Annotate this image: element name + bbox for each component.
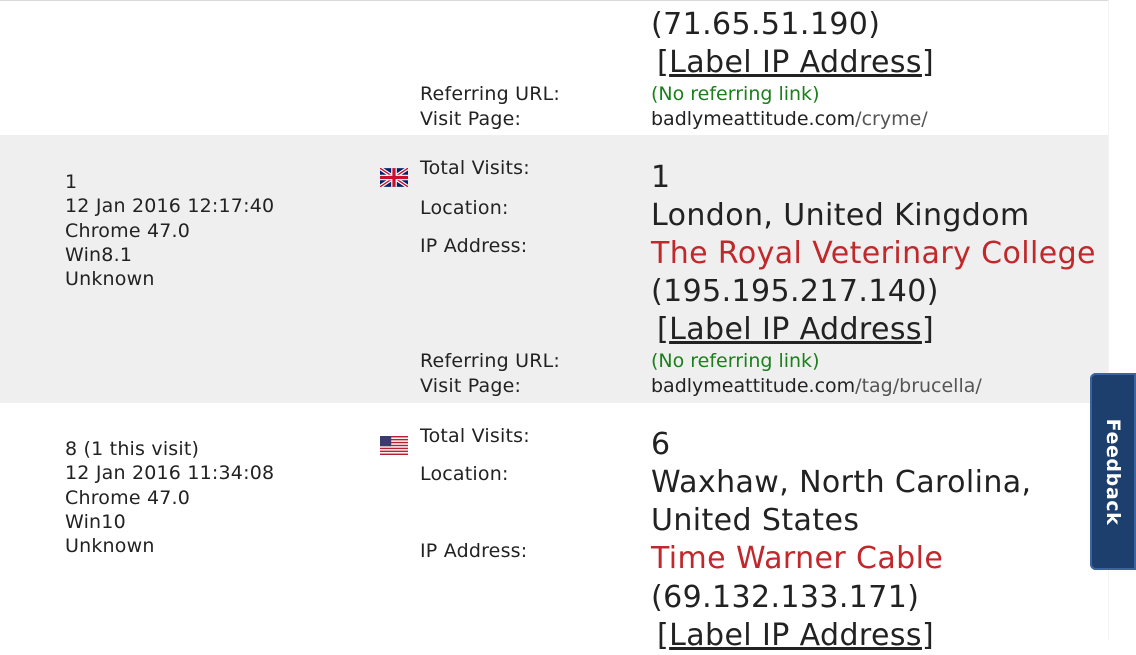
- referring-url-value: (No referring link): [651, 350, 820, 372]
- total-visits-label: Total Visits:: [420, 425, 530, 447]
- operating-system: Win10: [65, 510, 126, 533]
- visitor-row-2: 1 12 Jan 2016 12:17:40 Chrome 47.0 Win8.…: [0, 135, 1108, 403]
- operating-system: Win8.1: [65, 243, 133, 266]
- visit-page-link[interactable]: badlymeattitude.com/tag/brucella/: [651, 375, 982, 397]
- visit-page-label: Visit Page:: [420, 108, 522, 130]
- visit-count: 8 (1 this visit): [65, 438, 200, 460]
- visit-count: 1: [65, 171, 78, 193]
- resolution: Unknown: [65, 268, 155, 291]
- ip-address-label: IP Address:: [420, 540, 528, 562]
- ip-address-value: (69.132.133.171): [651, 580, 920, 615]
- visit-page-label: Visit Page:: [420, 375, 522, 397]
- visitor-row-3: 8 (1 this visit) 12 Jan 2016 11:34:08 Ch…: [0, 403, 1108, 653]
- visit-datetime: 12 Jan 2016 12:17:40: [65, 195, 275, 218]
- referring-url-value: (No referring link): [651, 83, 820, 105]
- referring-url-label: Referring URL:: [420, 350, 561, 372]
- visitor-meta: 1 12 Jan 2016 12:17:40 Chrome 47.0 Win8.…: [65, 170, 274, 291]
- visit-datetime: 12 Jan 2016 11:34:08: [65, 462, 275, 485]
- visitor-meta: 8 (1 this visit) 12 Jan 2016 11:34:08 Ch…: [65, 437, 274, 558]
- feedback-label: Feedback: [1102, 418, 1124, 525]
- location-value: Waxhaw, North Carolina,: [651, 465, 1032, 500]
- visitor-row-1: (71.65.51.190) [Label IP Address] Referr…: [0, 0, 1108, 135]
- browser: Chrome 47.0: [65, 219, 191, 242]
- resolution: Unknown: [65, 535, 155, 558]
- ip-address-label: IP Address:: [420, 235, 528, 257]
- total-visits-label: Total Visits:: [420, 157, 530, 179]
- isp-link[interactable]: The Royal Veterinary College: [651, 235, 1096, 273]
- ip-address-value: (195.195.217.140): [651, 274, 939, 309]
- location-label: Location:: [420, 197, 509, 219]
- location-value: London, United Kingdom: [651, 198, 1030, 233]
- label-ip-link[interactable]: [Label IP Address]: [657, 617, 934, 655]
- total-visits-value: 1: [651, 160, 671, 195]
- label-ip-link[interactable]: [Label IP Address]: [657, 44, 934, 82]
- referring-url-label: Referring URL:: [420, 83, 561, 105]
- location-value-line2: United States: [651, 503, 860, 538]
- label-ip-link[interactable]: [Label IP Address]: [657, 311, 934, 349]
- feedback-tab[interactable]: Feedback: [1090, 373, 1136, 570]
- browser: Chrome 47.0: [65, 486, 191, 509]
- ip-address-value: (71.65.51.190): [651, 7, 881, 42]
- isp-link[interactable]: Time Warner Cable: [651, 540, 943, 578]
- uk-flag-icon: [380, 168, 408, 187]
- location-label: Location:: [420, 463, 509, 485]
- total-visits-value: 6: [651, 427, 671, 462]
- visit-page-link[interactable]: badlymeattitude.com/cryme/: [651, 108, 928, 130]
- us-flag-icon: [380, 436, 408, 455]
